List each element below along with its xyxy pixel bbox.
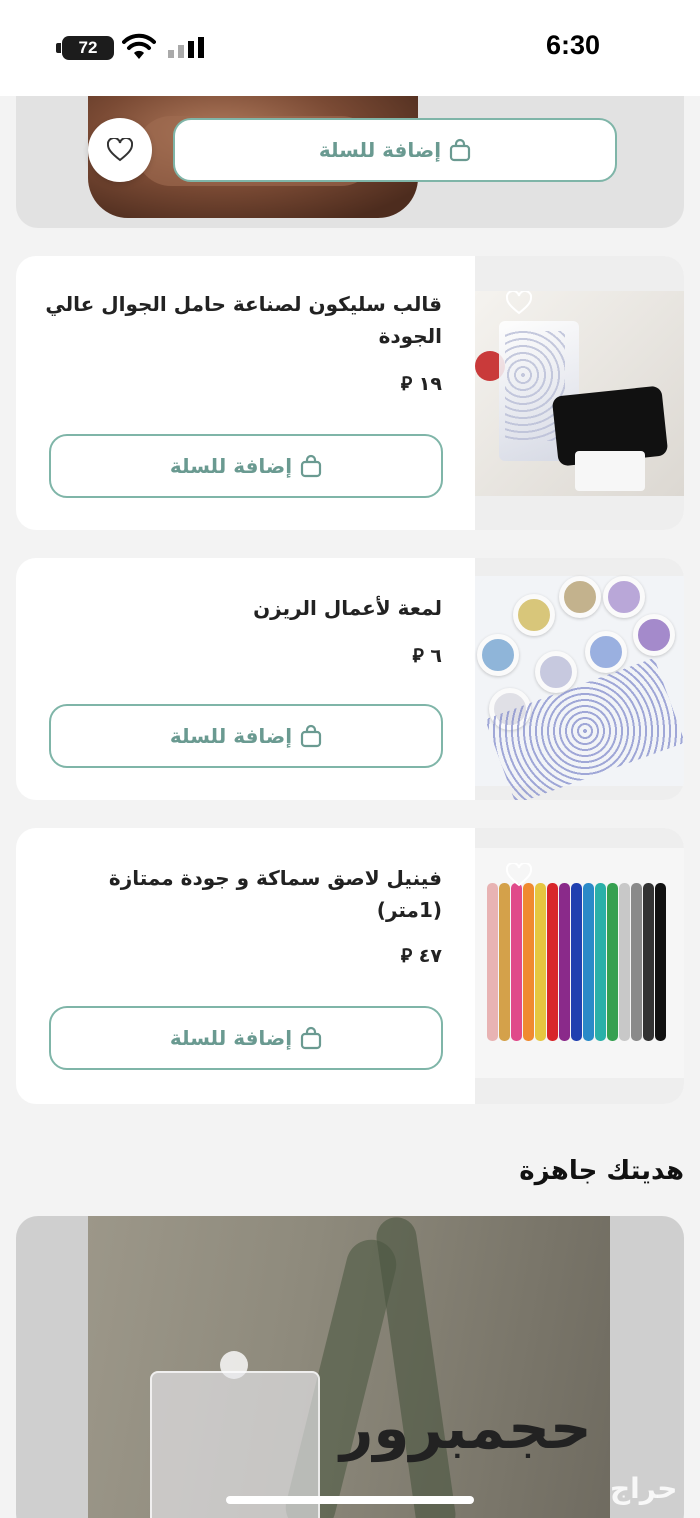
glitter-pot xyxy=(535,651,577,693)
gift-brand-text: حجمبرور xyxy=(340,1394,594,1462)
glitter-pot xyxy=(585,631,627,673)
price-value: ٤٧ xyxy=(418,945,442,967)
heart-icon xyxy=(506,863,532,887)
favorite-button[interactable] xyxy=(88,118,152,182)
section-title: هديتك جاهزة xyxy=(519,1156,684,1186)
battery-level: 72 xyxy=(78,38,98,57)
vinyl-roll xyxy=(547,883,558,1041)
vinyl-roll xyxy=(571,883,582,1041)
signal-icon xyxy=(168,37,204,58)
product-price: ٤٧ ⃁ xyxy=(401,944,442,968)
product-card[interactable]: لمعة لأعمال الريزن ٦ ⃁ إضافة للسلة xyxy=(16,558,684,800)
riyal-icon: ⃁ xyxy=(412,645,424,667)
favorite-button[interactable] xyxy=(504,860,534,890)
add-to-cart-button[interactable]: إضافة للسلة xyxy=(49,704,443,768)
vinyl-roll xyxy=(655,883,666,1041)
image-base xyxy=(575,451,645,491)
glitter-pot xyxy=(513,594,555,636)
price-value: ٦ xyxy=(430,645,442,667)
add-to-cart-label: إضافة للسلة xyxy=(169,1026,293,1050)
vinyl-roll xyxy=(619,883,630,1041)
battery-icon: 72 xyxy=(62,36,114,60)
product-title[interactable]: لمعة لأعمال الريزن xyxy=(42,592,442,624)
vinyl-roll xyxy=(487,883,498,1041)
home-indicator[interactable] xyxy=(226,1496,474,1504)
resin-glitter-image xyxy=(475,576,684,800)
product-card[interactable]: فينيل لاصق سماكة و جودة ممتازة (1متر) ٤٧… xyxy=(16,828,684,1104)
vinyl-roll xyxy=(631,883,642,1041)
glitter-pot xyxy=(633,614,675,656)
glitter-pot xyxy=(559,576,601,618)
heart-icon xyxy=(506,291,532,315)
shopping-bag-icon xyxy=(449,138,471,162)
add-to-cart-button[interactable]: إضافة للسلة xyxy=(49,434,443,498)
vinyl-roll xyxy=(607,883,618,1041)
vinyl-roll xyxy=(559,883,570,1041)
phone-holder-mold-image xyxy=(475,291,684,496)
product-image[interactable] xyxy=(475,256,684,530)
product-image[interactable] xyxy=(475,828,684,1104)
vinyl-roll xyxy=(643,883,654,1041)
vinyl-roll xyxy=(511,883,522,1041)
watermark-logo: حراج xyxy=(610,1472,678,1505)
product-title[interactable]: فينيل لاصق سماكة و جودة ممتازة (1متر) xyxy=(42,862,442,926)
add-to-cart-label: إضافة للسلة xyxy=(169,724,293,748)
battery-cap xyxy=(56,43,61,53)
riyal-icon: ⃁ xyxy=(400,373,413,395)
status-time: 6:30 xyxy=(545,30,600,60)
vinyl-roll xyxy=(535,883,546,1041)
shopping-bag-icon xyxy=(301,454,322,478)
favorite-button[interactable] xyxy=(504,288,534,318)
shopping-bag-icon xyxy=(301,1026,322,1050)
glitter-spill xyxy=(485,657,684,800)
glitter-pot xyxy=(477,634,519,676)
product-title[interactable]: قالب سليكون لصناعة حامل الجوال عالي الجو… xyxy=(42,288,442,352)
product-price: ٦ ⃁ xyxy=(412,644,442,668)
shopping-bag-icon xyxy=(301,724,322,748)
glitter-pot xyxy=(603,576,645,618)
vinyl-roll xyxy=(583,883,594,1041)
product-price: ١٩ ⃁ xyxy=(401,372,442,396)
riyal-icon: ⃁ xyxy=(400,945,413,967)
product-image[interactable] xyxy=(475,558,684,800)
add-to-cart-label: إضافة للسلة xyxy=(169,454,293,478)
product-card[interactable]: قالب سليكون لصناعة حامل الجوال عالي الجو… xyxy=(16,256,684,530)
add-to-cart-button[interactable]: إضافة للسلة xyxy=(49,1006,443,1070)
add-to-cart-label: إضافة للسلة xyxy=(318,138,442,162)
price-value: ١٩ xyxy=(418,373,442,395)
vinyl-roll xyxy=(499,883,510,1041)
vinyl-roll xyxy=(595,883,606,1041)
vinyl-roll xyxy=(523,883,534,1041)
status-bar: 72 6:30 xyxy=(0,0,700,96)
add-to-cart-button[interactable]: إضافة للسلة xyxy=(173,118,617,182)
wifi-icon xyxy=(122,33,156,59)
gift-banner[interactable]: حجمبرور xyxy=(16,1216,684,1518)
heart-icon xyxy=(107,138,133,162)
